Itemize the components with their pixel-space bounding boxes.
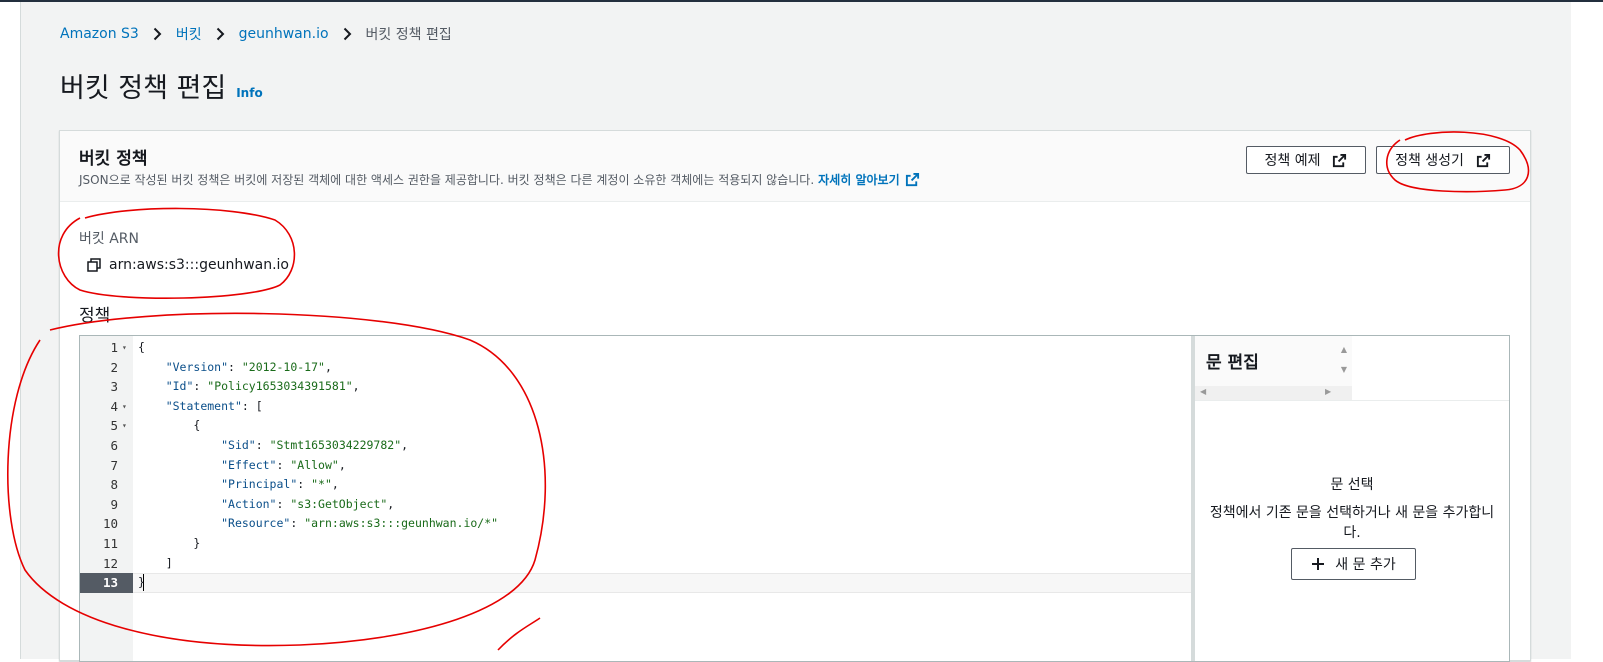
line-number: 3 <box>110 379 118 395</box>
bucket-policy-panel: 버킷 정책 JSON으로 작성된 버킷 정책은 버킷에 저장된 객체에 대한 액… <box>59 130 1531 662</box>
policy-example-label: 정책 예제 <box>1264 153 1321 169</box>
code-line: 1 ▾ { <box>80 338 1192 358</box>
statement-panel-header: 문 편집 ▲ ▼ ◀ ▶ <box>1195 336 1352 401</box>
code-text: ] <box>138 555 173 570</box>
code-line: 5 ▾ { <box>80 416 1192 436</box>
empty-state-title: 문 선택 <box>1330 477 1374 493</box>
add-statement-button[interactable]: 새 문 추가 <box>1291 548 1416 580</box>
panel-description-text: JSON으로 작성된 버킷 정책은 버킷에 저장된 객체에 대한 액세스 권한을… <box>79 173 815 187</box>
bucket-arn-value: arn:aws:s3:::geunhwan.io <box>109 257 289 273</box>
code-text: } <box>138 575 145 590</box>
panel-header: 버킷 정책 JSON으로 작성된 버킷 정책은 버킷에 저장된 객체에 대한 액… <box>60 131 1530 202</box>
bucket-arn-row: arn:aws:s3:::geunhwan.io <box>87 257 289 273</box>
code-text: "Sid": "Stmt1653034229782", <box>221 438 409 452</box>
line-number: 9 <box>110 496 118 512</box>
statement-edit-panel: 문 편집 ▲ ▼ ◀ ▶ 문 선택 정책에서 기존 문을 선택하거나 새 문을 추가… <box>1195 336 1509 661</box>
code-line: 7 "Effect": "Allow", <box>80 456 1192 476</box>
code-text: } <box>138 536 201 550</box>
page-content: Amazon S3 버킷 geunhwan.io 버킷 정책 편집 버킷 정책 … <box>20 2 1571 662</box>
line-number: 10 <box>102 516 118 532</box>
line-number: 2 <box>110 359 118 375</box>
code-line: 11 } <box>80 534 1192 554</box>
external-link-icon <box>1476 153 1491 168</box>
breadcrumb-current: 버킷 정책 편집 <box>365 27 452 43</box>
policy-editor[interactable]: 1 ▾{2 "Version": "2012-10-17", 3 "Id": "Po… <box>79 335 1510 662</box>
breadcrumb-buckets[interactable]: 버킷 <box>176 24 202 44</box>
code-text: { <box>138 340 145 354</box>
line-number: 7 <box>110 457 118 473</box>
breadcrumb-amazon-s3[interactable]: Amazon S3 <box>60 26 139 42</box>
statement-panel-title: 문 편집 <box>1206 353 1259 373</box>
external-link-icon <box>905 172 920 187</box>
fold-toggle-icon[interactable]: ▾ <box>122 416 127 436</box>
code-line: 10 "Resource": "arn:aws:s3:::geunhwan.io… <box>80 514 1192 534</box>
horizontal-scrollbar[interactable]: ◀ ▶ <box>1195 386 1352 400</box>
panel-description: JSON으로 작성된 버킷 정책은 버킷에 저장된 객체에 대한 액세스 권한을… <box>79 171 920 188</box>
line-number: 12 <box>102 555 118 571</box>
code-text: "Version": "2012-10-17", <box>165 359 332 374</box>
empty-state-description: 정책에서 기존 문을 선택하거나 새 문을 추가합니다. <box>1209 505 1495 541</box>
code-line: 6 "Sid": "Stmt1653034229782", <box>80 436 1192 456</box>
code-text: "Id": "Policy1653034391581", <box>165 379 360 394</box>
line-number: 8 <box>110 477 118 493</box>
line-number: 6 <box>110 438 118 453</box>
line-number: 13 <box>102 575 118 591</box>
code-text: "Action": "s3:GetObject", <box>221 496 395 511</box>
statement-panel-divider <box>1195 400 1509 401</box>
chevron-right-icon <box>153 27 162 41</box>
title-row: 버킷 정책 편집 Info <box>60 66 263 105</box>
policy-label: 정책 <box>79 306 111 326</box>
panel-title: 버킷 정책 <box>79 149 148 169</box>
page-title: 버킷 정책 편집 <box>60 73 227 104</box>
code-text: { <box>138 418 201 433</box>
chevron-right-icon <box>343 27 352 41</box>
external-link-icon <box>1332 153 1347 168</box>
fold-toggle-icon[interactable]: ▾ <box>122 397 127 417</box>
code-line: 13} <box>80 573 1192 593</box>
policy-example-button[interactable]: 정책 예제 <box>1246 146 1366 174</box>
breadcrumb-bucket-name[interactable]: geunhwan.io <box>239 26 329 42</box>
copy-icon[interactable] <box>87 258 101 272</box>
add-statement-label: 새 문 추가 <box>1335 557 1396 573</box>
line-number: 11 <box>102 536 118 551</box>
policy-generator-button[interactable]: 정책 생성기 <box>1376 146 1510 174</box>
info-link[interactable]: Info <box>236 86 262 100</box>
code-line: 2 "Version": "2012-10-17", <box>80 358 1192 378</box>
line-number: 5 <box>110 418 118 434</box>
line-number: 1 <box>110 340 118 355</box>
code-text: "Effect": "Allow", <box>221 457 346 472</box>
breadcrumb: Amazon S3 버킷 geunhwan.io 버킷 정책 편집 <box>60 24 452 44</box>
code-text: "Resource": "arn:aws:s3:::geunhwan.io/*" <box>221 516 499 531</box>
fold-toggle-icon[interactable]: ▾ <box>122 338 127 358</box>
code-line: 9 "Action": "s3:GetObject", <box>80 495 1192 515</box>
code-line: 4 ▾ "Statement": [ <box>80 397 1192 417</box>
bucket-arn-label: 버킷 ARN <box>79 231 139 247</box>
line-number: 4 <box>110 398 118 414</box>
code-line: 3 "Id": "Policy1653034391581", <box>80 377 1192 397</box>
code-line: 8 "Principal": "*", <box>80 475 1192 495</box>
vertical-scrollbar[interactable]: ▲ ▼ <box>1337 340 1351 380</box>
plus-icon <box>1311 557 1325 571</box>
learn-more-link[interactable]: 자세히 알아보기 <box>818 171 899 188</box>
code-text: "Principal": "*", <box>221 477 339 492</box>
chevron-right-icon <box>216 27 225 41</box>
policy-generator-label: 정책 생성기 <box>1395 153 1464 169</box>
code-line: 12 ] <box>80 554 1192 574</box>
code-text: "Statement": [ <box>165 398 263 413</box>
